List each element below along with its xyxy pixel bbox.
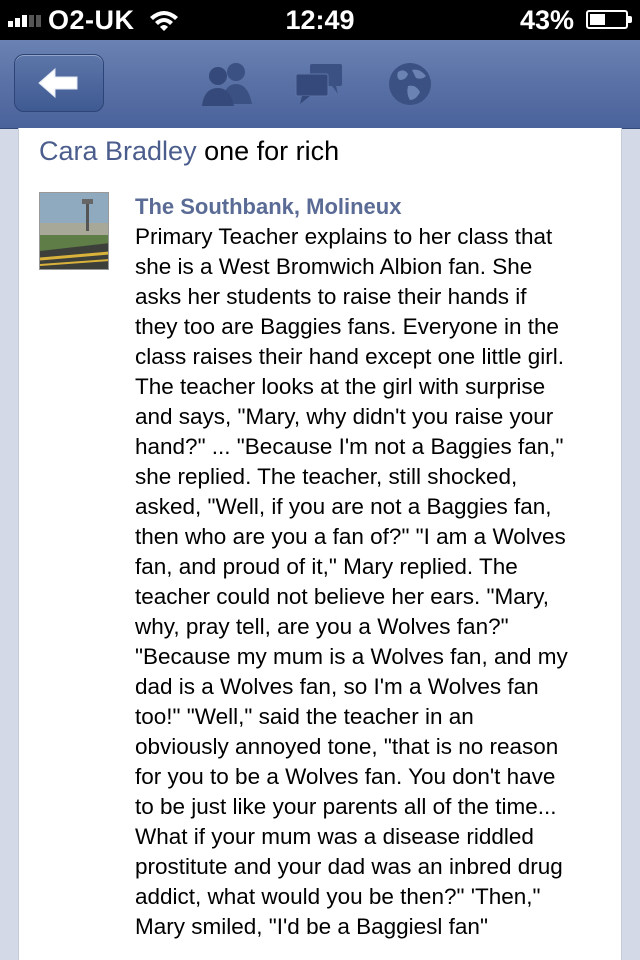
description-line: The teacher looks at the girl with surpr… xyxy=(135,374,546,399)
description-line: addict, what would you be then?" 'Then," xyxy=(135,884,541,909)
post-header: Cara Bradley one for rich xyxy=(39,134,339,168)
description-line: asks her students to raise their hands i… xyxy=(135,284,527,309)
description-line: dad is a Wolves fan, so I'm a Wolves fan xyxy=(135,674,539,699)
description-line: to be just like your parents all of the … xyxy=(135,794,557,819)
description-line: obviously annoyed tone, "that is no reas… xyxy=(135,734,559,759)
back-arrow-icon xyxy=(38,67,78,99)
description-line: class raises their hand except one littl… xyxy=(135,344,564,369)
description-line: she replied. The teacher, still shocked, xyxy=(135,464,518,489)
description-line: hand?" ... "Because I'm not a Baggies fa… xyxy=(135,434,564,459)
description-line: Mary smiled, "I'd be a Baggiesl fan" xyxy=(135,914,488,939)
description-line: then who are you a fan of?" "I am a Wolv… xyxy=(135,524,566,549)
battery-level-fill xyxy=(590,14,605,25)
battery-icon xyxy=(586,10,632,29)
link-thumbnail[interactable] xyxy=(39,192,109,270)
friends-icon[interactable] xyxy=(196,60,258,113)
description-line: they too are Baggies fans. Everyone in t… xyxy=(135,314,560,339)
description-line: why, pray tell, are you a Wolves fan?" xyxy=(135,614,509,639)
link-title[interactable]: The Southbank, Molineux xyxy=(135,192,401,222)
status-bar: O2-UK 12:49 43% xyxy=(0,0,640,40)
nav-bar xyxy=(0,40,640,129)
description-line: too!" "Well," said the teacher in an xyxy=(135,704,474,729)
description-line: prostitute and your dad was an inbred dr… xyxy=(135,854,563,879)
post-author-link[interactable]: Cara Bradley xyxy=(39,136,197,166)
link-description: Primary Teacher explains to her class th… xyxy=(135,222,619,942)
description-line: Primary Teacher explains to her class th… xyxy=(135,224,553,249)
description-line: What if your mum was a disease riddled xyxy=(135,824,534,849)
description-line: "Because my mum is a Wolves fan, and my xyxy=(135,644,568,669)
post-card: Cara Bradley one for rich The Southbank,… xyxy=(18,128,622,960)
description-line: she is a West Bromwich Albion fan. She xyxy=(135,254,533,279)
messages-icon[interactable] xyxy=(294,60,346,113)
battery-percent: 43% xyxy=(519,5,574,35)
description-line: teacher could not believe her ears. "Mar… xyxy=(135,584,550,609)
post-message: one for rich xyxy=(204,136,340,166)
description-line: fan, and proud of it," Mary replied. The xyxy=(135,554,518,579)
description-line: for you to be a Wolves fan. You don't ha… xyxy=(135,764,556,789)
description-line: asked, "Well, if you are not a Baggies f… xyxy=(135,494,552,519)
app-screen: O2-UK 12:49 43% Cara Bradley one for ric… xyxy=(0,0,640,960)
description-line: and says, "Mary, why didn't you raise yo… xyxy=(135,404,554,429)
globe-icon[interactable] xyxy=(386,60,436,113)
back-button[interactable] xyxy=(14,54,104,112)
